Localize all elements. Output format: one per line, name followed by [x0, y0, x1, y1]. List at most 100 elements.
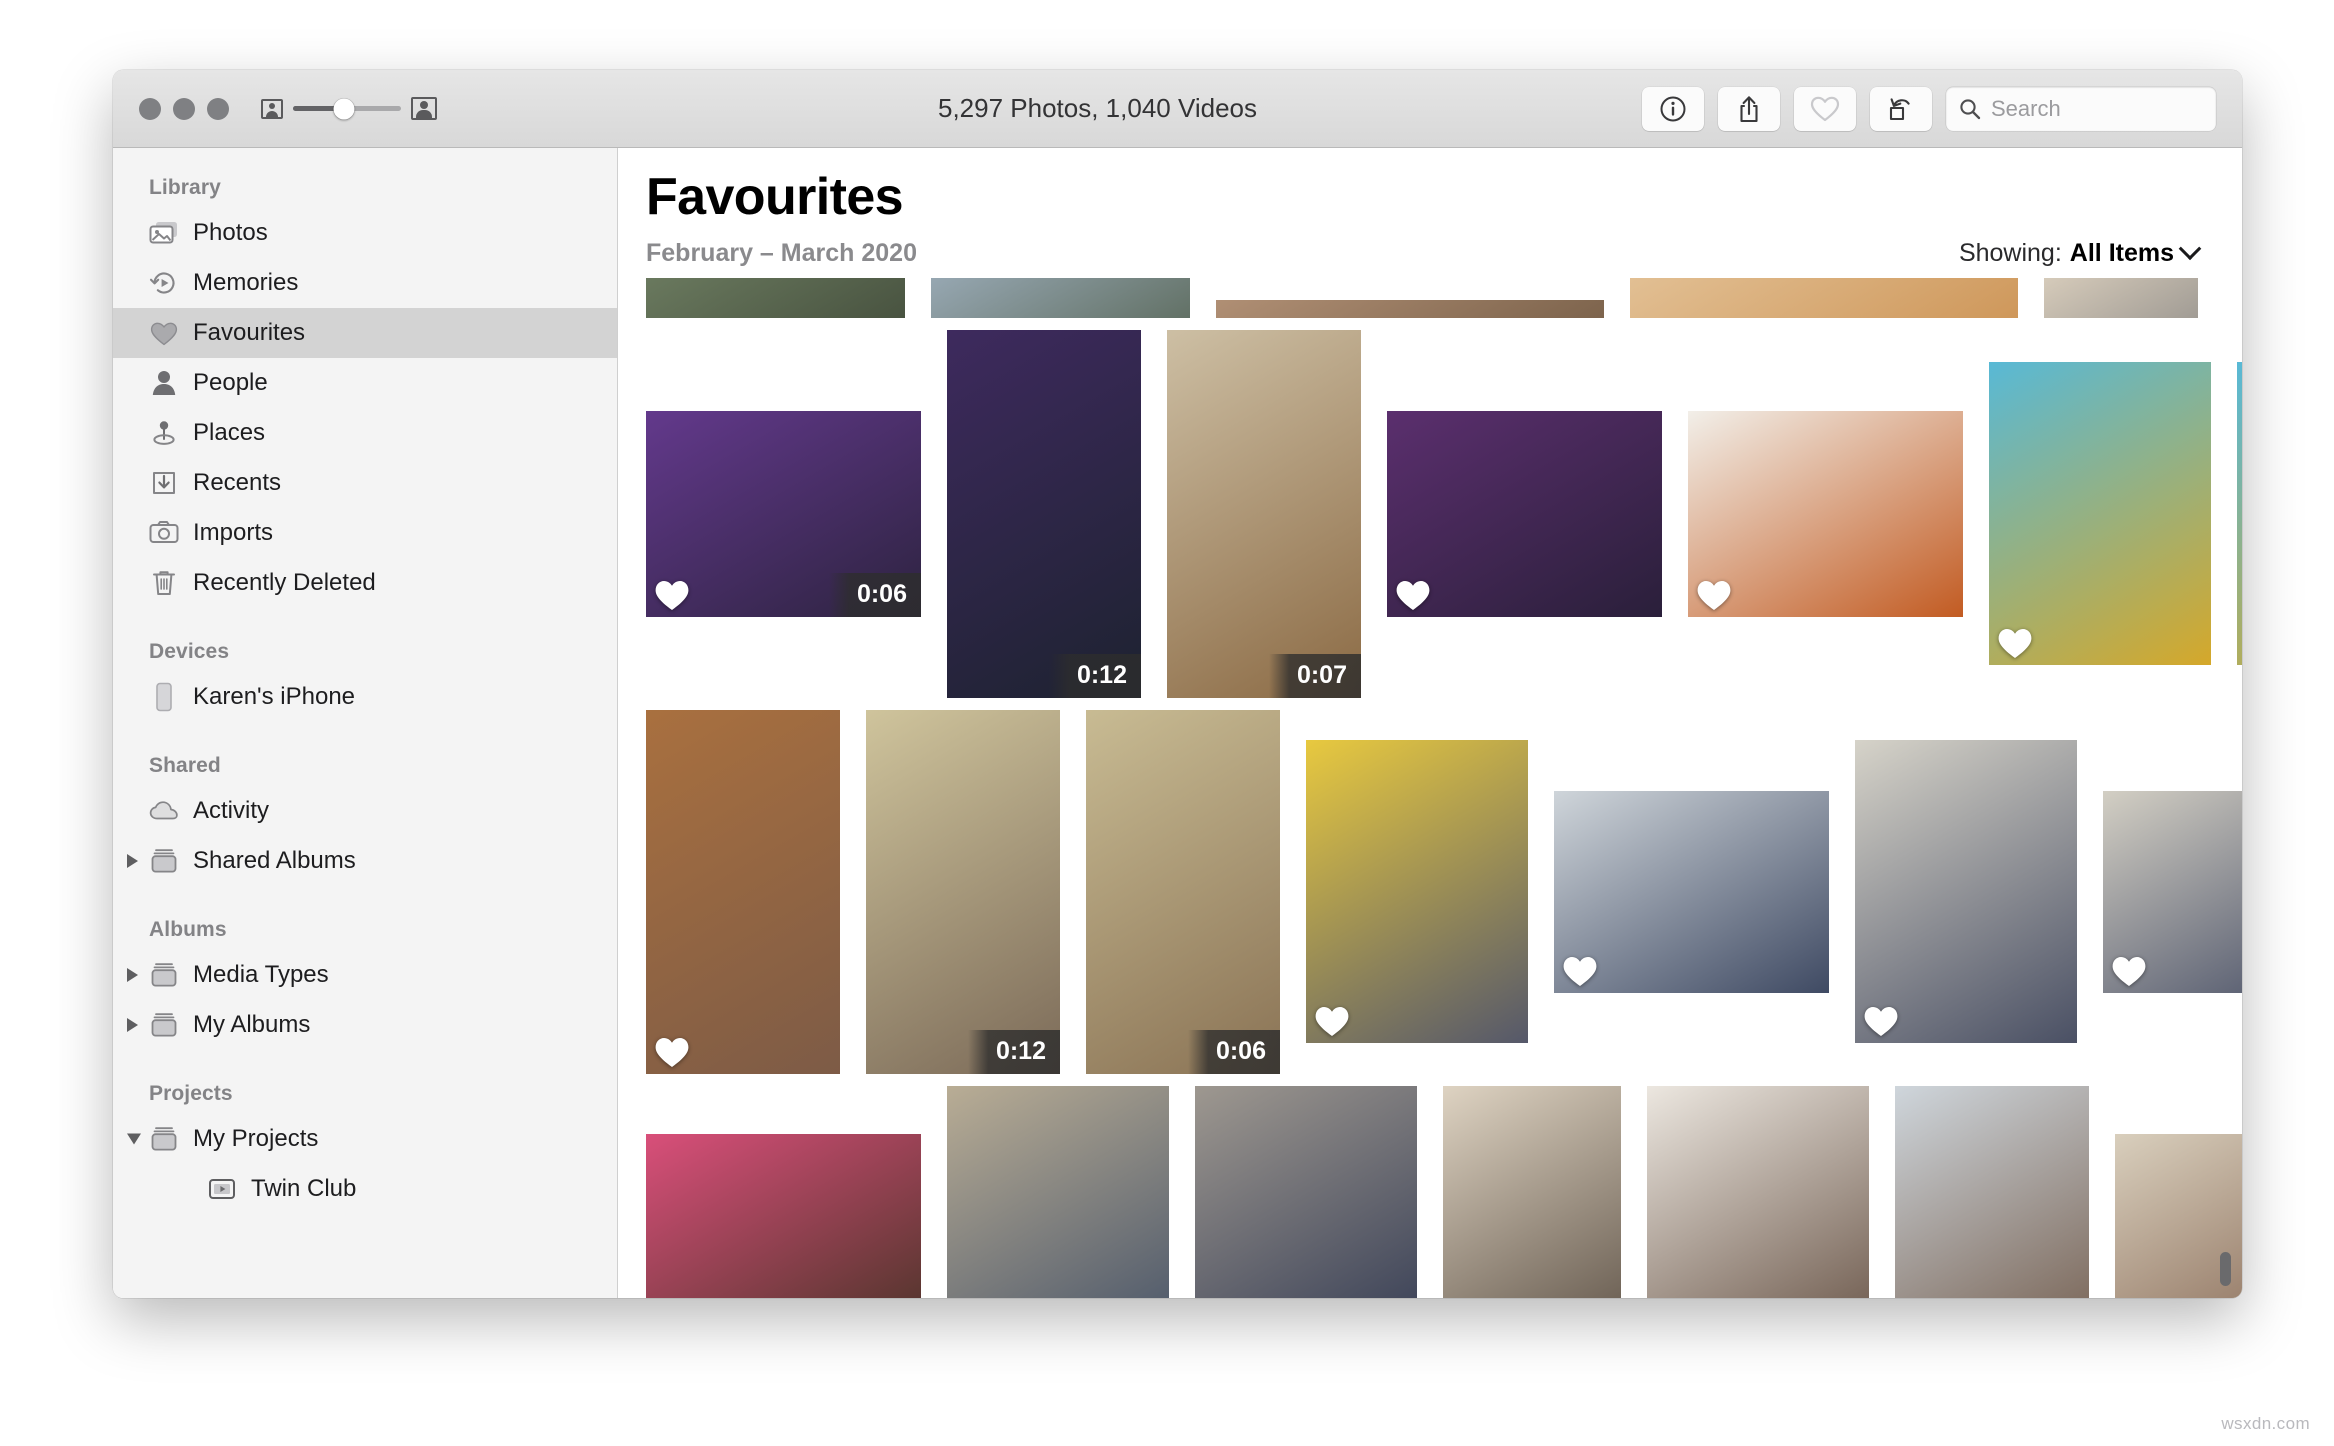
thumbnail-image: [646, 277, 905, 318]
sidebar-item-label: Recents: [193, 469, 282, 496]
thumbnail-image: [1630, 277, 2018, 318]
photo-thumbnail[interactable]: [1688, 410, 1963, 617]
slider-track[interactable]: [293, 98, 401, 119]
photo-thumbnail[interactable]: [1855, 740, 2077, 1044]
favorite-heart-icon: [1396, 580, 1430, 610]
photo-grid-scroll-region[interactable]: 0:04 0:09 1:09 0:06 0:12 0:07 0:12 0:06 0:26: [618, 277, 2242, 1298]
photo-thumbnail[interactable]: [1989, 362, 2211, 666]
sidebar-item-karen-s-iphone[interactable]: Karen's iPhone: [113, 672, 617, 722]
sidebar-section-gap: [113, 1050, 617, 1070]
disclosure-triangle-closed-icon[interactable]: [127, 854, 138, 868]
share-button[interactable]: [1718, 86, 1780, 131]
photo-grid-cell: [1306, 740, 1528, 1044]
photo-grid-cell: 0:26: [1443, 1085, 1621, 1298]
photo-thumbnail[interactable]: [646, 709, 840, 1074]
photo-grid-cell: [1387, 410, 1662, 617]
photo-thumbnail[interactable]: [1554, 790, 1829, 993]
sidebar-item-places[interactable]: Places: [113, 408, 617, 458]
photo-grid-row: 0:12 0:06: [646, 709, 2242, 1074]
photo-thumbnail[interactable]: [2237, 362, 2242, 666]
sidebar-item-media-types[interactable]: Media Types: [113, 950, 617, 1000]
video-thumbnail[interactable]: 1:09: [1216, 299, 1604, 318]
photos-app-window: 5,297 Photos, 1,040 Videos Search Librar…: [113, 70, 2242, 1298]
video-thumbnail[interactable]: 0:26: [1443, 1085, 1621, 1298]
search-input[interactable]: Search: [1946, 86, 2216, 131]
scrollbar-thumb[interactable]: [2220, 1252, 2231, 1286]
sidebar-item-memories[interactable]: Memories: [113, 258, 617, 308]
photo-grid-cell: 1:09: [1216, 299, 1604, 318]
thumbnail-image: [1086, 709, 1280, 1074]
close-button[interactable]: [139, 97, 161, 120]
disclosure-triangle-closed-icon[interactable]: [127, 1018, 138, 1032]
sidebar-item-recently-deleted[interactable]: Recently Deleted: [113, 558, 617, 608]
thumbnail-image: [1989, 362, 2211, 666]
video-duration-badge: 0:06: [1188, 1029, 1280, 1074]
photo-thumbnail[interactable]: [1630, 277, 2018, 318]
video-thumbnail[interactable]: 0:12: [947, 329, 1141, 698]
sidebar-item-photos[interactable]: Photos: [113, 208, 617, 258]
thumbnail-image: [947, 329, 1141, 698]
minimize-button[interactable]: [173, 97, 195, 120]
video-thumbnail[interactable]: 0:07: [1167, 329, 1361, 698]
photo-thumbnail[interactable]: [1387, 410, 1662, 617]
vertical-scrollbar[interactable]: [2218, 338, 2232, 1288]
album-folder-icon: [149, 1010, 179, 1040]
sidebar-item-imports[interactable]: Imports: [113, 508, 617, 558]
photo-thumbnail[interactable]: [1306, 740, 1528, 1044]
thumbnail-size-slider[interactable]: [261, 97, 437, 120]
photo-grid-cell: 0:12: [947, 329, 1141, 698]
page-title: Favourites: [646, 168, 904, 226]
thumbnail-image: [646, 709, 840, 1074]
slider-knob[interactable]: [333, 98, 355, 119]
photo-thumbnail[interactable]: [646, 1134, 921, 1298]
photo-thumbnail[interactable]: [1647, 1085, 1869, 1298]
favorite-heart-icon: [2112, 956, 2146, 986]
sidebar-section-gap: [113, 722, 617, 742]
rotate-button[interactable]: [1870, 86, 1932, 131]
thumbnail-image: [931, 277, 1190, 318]
sidebar-item-label: Recently Deleted: [193, 569, 376, 596]
sidebar-item-recents[interactable]: Recents: [113, 458, 617, 508]
info-button[interactable]: [1642, 86, 1704, 131]
sidebar-item-activity[interactable]: Activity: [113, 786, 617, 836]
favorite-button[interactable]: [1794, 86, 1856, 131]
video-thumbnail[interactable]: 0:12: [866, 709, 1060, 1074]
sidebar-item-people[interactable]: People: [113, 358, 617, 408]
photo-grid-cell: [2237, 362, 2242, 666]
video-thumbnail[interactable]: 0:06: [646, 410, 921, 617]
window-body: Library Photos Memories Favourites Peopl…: [113, 148, 2242, 1298]
photo-grid-cell: 0:12: [866, 709, 1060, 1074]
search-placeholder: Search: [1991, 95, 2061, 121]
showing-dropdown[interactable]: Showing: All Items: [1958, 237, 2202, 268]
video-thumbnail[interactable]: 0:06: [1086, 709, 1280, 1074]
sidebar-item-favourites[interactable]: Favourites: [113, 308, 617, 358]
photo-grid-cell: [1647, 1085, 1869, 1298]
thumbnail-image: [1195, 1085, 1417, 1298]
photo-thumbnail[interactable]: [1895, 1085, 2089, 1298]
traffic-light-buttons[interactable]: [139, 97, 229, 120]
sidebar-item-label: Media Types: [193, 961, 329, 988]
showing-label: Showing:: [1958, 238, 2062, 267]
photo-thumbnail[interactable]: [1195, 1085, 1417, 1298]
sidebar-item-label: Activity: [193, 797, 270, 824]
photo-thumbnail[interactable]: [2044, 277, 2198, 318]
zoom-button[interactable]: [207, 97, 229, 120]
sidebar-item-twin-club[interactable]: Twin Club: [113, 1164, 617, 1214]
sidebar-item-shared-albums[interactable]: Shared Albums: [113, 836, 617, 886]
sidebar-item-label: Twin Club: [251, 1175, 357, 1202]
sidebar-item-my-projects[interactable]: My Projects: [113, 1114, 617, 1164]
thumbnail-image: [646, 1134, 921, 1298]
thumbnail-image: [1895, 1085, 2089, 1298]
photo-grid-cell: [947, 1085, 1169, 1298]
video-thumbnail[interactable]: 0:09: [931, 277, 1190, 318]
photo-grid-cell: 0:06: [646, 410, 921, 617]
photo-thumbnail[interactable]: [947, 1085, 1169, 1298]
sidebar-item-label: My Albums: [193, 1011, 311, 1038]
sidebar-item-my-albums[interactable]: My Albums: [113, 1000, 617, 1050]
video-thumbnail[interactable]: 0:04: [646, 277, 905, 318]
favorite-heart-icon: [1315, 1007, 1349, 1037]
favorite-heart-icon: [1998, 629, 2032, 659]
chevron-down-icon: [2178, 237, 2202, 261]
disclosure-triangle-closed-icon[interactable]: [127, 968, 138, 982]
disclosure-triangle-open-icon[interactable]: [127, 1133, 141, 1145]
